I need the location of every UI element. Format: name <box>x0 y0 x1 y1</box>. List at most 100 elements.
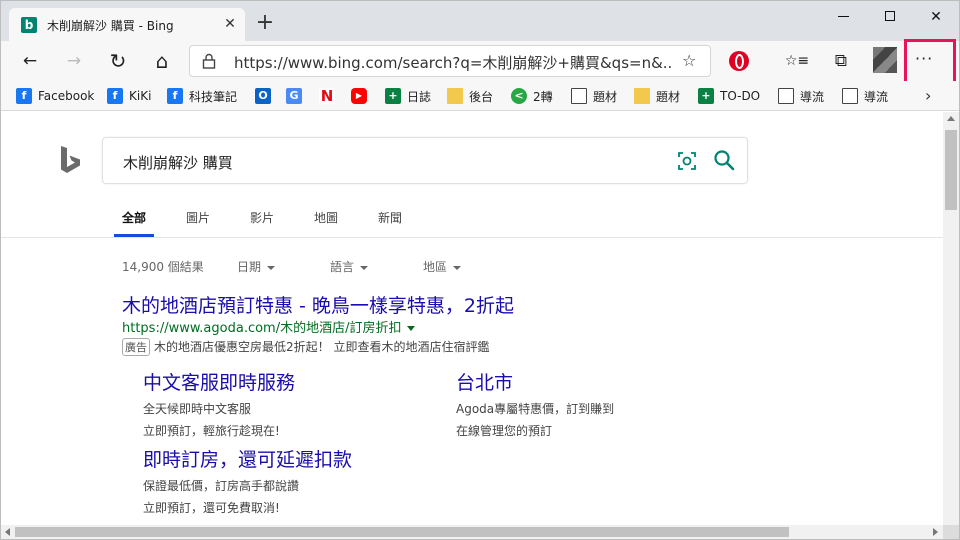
bookmark-label: 題材 <box>656 89 681 104</box>
collections-icon[interactable]: ⧉ <box>827 49 855 73</box>
bookmark-label: 2轉 <box>533 89 553 104</box>
vertical-scrollbar[interactable] <box>943 112 959 525</box>
region-filter[interactable]: 地區 <box>423 258 462 275</box>
opera-extension-icon[interactable] <box>729 51 749 71</box>
outlook-icon: O <box>255 88 271 104</box>
search-box[interactable]: 木削崩解沙 購買 <box>102 137 748 184</box>
new-tab-button[interactable]: + <box>253 12 277 36</box>
address-bar[interactable]: https://www.bing.com/search?q=木削崩解沙+購買&q… <box>189 45 711 77</box>
facebook-icon: f <box>167 88 183 104</box>
bookmarks-overflow-icon[interactable]: › <box>925 86 931 105</box>
maximize-icon <box>885 11 895 21</box>
sitelink-title[interactable]: 即時訂房，還可延遲扣款 <box>143 445 443 472</box>
result-filters: 14,900 個結果 日期 語言 地區 <box>1 258 943 276</box>
bookmark-diary[interactable]: + 日誌 <box>385 86 431 106</box>
search-icon[interactable] <box>713 149 735 171</box>
bookmark-label: 科技筆記 <box>189 89 238 104</box>
scroll-up-icon[interactable] <box>947 116 955 121</box>
document-icon <box>571 88 587 104</box>
tab-all[interactable]: 全部 <box>122 209 146 226</box>
sitelink: 台北市 Agoda專屬特惠價，訂到賺到 在線管理您的預訂 <box>456 368 756 439</box>
facebook-icon: f <box>107 88 123 104</box>
result-url[interactable]: https://www.agoda.com/木的地酒店/訂房折扣 <box>122 317 416 336</box>
netflix-icon: N <box>319 87 335 105</box>
favorites-icon[interactable]: ☆≡ <box>783 49 811 73</box>
sheets-icon: + <box>385 88 401 104</box>
folder-icon <box>634 88 650 104</box>
lock-icon <box>202 53 216 73</box>
visual-search-icon[interactable] <box>677 151 697 171</box>
bookmark-label: Facebook <box>38 89 95 103</box>
chevron-down-icon <box>267 265 276 270</box>
minimize-button[interactable] <box>821 1 867 33</box>
back-button[interactable]: ← <box>16 49 44 73</box>
bookmark-topics-doc[interactable]: 題材 <box>571 86 617 106</box>
bing-logo-icon[interactable] <box>59 145 83 177</box>
chevron-down-icon <box>360 265 369 270</box>
date-filter-label: 日期 <box>237 260 262 274</box>
tab-news[interactable]: 新聞 <box>378 209 402 226</box>
bookmark-repost[interactable]: <2轉 <box>511 86 553 106</box>
bookmarks-bar: f Facebook f KiKi f 科技筆記 O G N ▶ + 日誌 後台 <2轉 <box>1 81 959 111</box>
horizontal-scrollbar[interactable] <box>1 525 943 539</box>
result-description: 廣告 木的地酒店優惠空房最低2折起！ 立即查看木的地酒店住宿評鑑 <box>122 338 489 356</box>
tab-images[interactable]: 圖片 <box>186 209 210 226</box>
bookmark-admin[interactable]: 後台 <box>447 86 493 106</box>
sitelink-line: 立即預訂，輕旅行趁現在! <box>143 424 280 438</box>
scope-tabs: 全部 圖片 影片 地圖 新聞 <box>1 206 943 238</box>
bookmark-youtube[interactable]: ▶ <box>351 86 373 106</box>
chevron-down-icon[interactable] <box>407 326 416 331</box>
vertical-scroll-thumb[interactable] <box>945 130 957 210</box>
url-text[interactable]: https://www.bing.com/search?q=木削崩解沙+購買&q… <box>234 52 674 73</box>
bookmark-netflix[interactable]: N <box>319 86 341 106</box>
bookmark-label: 後台 <box>469 89 494 104</box>
region-filter-label: 地區 <box>423 260 448 274</box>
profile-avatar[interactable] <box>873 47 897 73</box>
bookmark-label: KiKi <box>129 89 152 103</box>
chevron-down-icon <box>453 265 462 270</box>
add-favorite-icon[interactable]: ☆ <box>682 51 696 70</box>
close-tab-icon[interactable]: ✕ <box>221 15 239 33</box>
scroll-right-icon[interactable] <box>933 528 938 536</box>
result-url-text[interactable]: https://www.agoda.com/木的地酒店/訂房折扣 <box>122 321 401 336</box>
bookmark-traffic-2[interactable]: 導流 <box>842 86 888 106</box>
bookmark-translate[interactable]: G <box>286 86 308 106</box>
scroll-left-icon[interactable] <box>5 528 10 536</box>
active-tab-indicator <box>114 234 154 237</box>
language-filter[interactable]: 語言 <box>330 258 369 275</box>
tab-bar: b 木削崩解沙 購買 - Bing ✕ + ✕ <box>1 1 959 41</box>
bookmark-facebook[interactable]: f Facebook <box>16 86 94 106</box>
forward-button[interactable]: → <box>60 49 88 73</box>
translate-icon: G <box>286 88 302 104</box>
bookmark-todo[interactable]: + TO-DO <box>698 86 760 106</box>
bookmark-topics-folder[interactable]: 題材 <box>634 86 680 106</box>
tab-bing-search[interactable]: b 木削崩解沙 購買 - Bing ✕ <box>9 8 245 41</box>
result-title-link[interactable]: 木的地酒店預訂特惠 - 晚鳥一樣享特惠，2折起 <box>122 291 514 318</box>
refresh-button[interactable]: ↻ <box>104 49 132 73</box>
sitelink-title[interactable]: 台北市 <box>456 368 756 395</box>
bookmark-label: 日誌 <box>407 89 432 104</box>
tab-videos[interactable]: 影片 <box>250 209 274 226</box>
result-snippet: 木的地酒店優惠空房最低2折起！ 立即查看木的地酒店住宿評鑑 <box>154 340 490 354</box>
bookmark-outlook[interactable]: O <box>255 86 277 106</box>
tab-maps[interactable]: 地圖 <box>314 209 338 226</box>
horizontal-scroll-thumb[interactable] <box>15 527 789 537</box>
bing-favicon-icon: b <box>21 17 37 33</box>
bookmark-traffic-1[interactable]: 導流 <box>778 86 824 106</box>
sitelink-line: 保證最低價，訂房高手都說讚 <box>143 479 300 493</box>
facebook-icon: f <box>16 88 32 104</box>
home-button[interactable]: ⌂ <box>148 49 176 73</box>
bookmark-kiki[interactable]: f KiKi <box>107 86 151 106</box>
bookmark-label: TO-DO <box>720 89 761 103</box>
sitelink-title[interactable]: 中文客服即時服務 <box>143 368 443 395</box>
minimize-icon <box>838 16 849 17</box>
sitelink: 即時訂房，還可延遲扣款 保證最低價，訂房高手都說讚 立即預訂，還可免費取消! <box>143 445 443 516</box>
maximize-button[interactable] <box>867 1 913 33</box>
more-dots-icon: ··· <box>915 49 934 68</box>
close-window-button[interactable]: ✕ <box>913 1 959 33</box>
date-filter[interactable]: 日期 <box>237 258 276 275</box>
browser-window: b 木削崩解沙 購買 - Bing ✕ + ✕ ← → ↻ ⌂ https://… <box>0 0 960 540</box>
bookmark-tech-notes[interactable]: f 科技筆記 <box>167 86 237 106</box>
sitelink: 中文客服即時服務 全天候即時中文客服 立即預訂，輕旅行趁現在! <box>143 368 443 439</box>
search-input[interactable]: 木削崩解沙 購買 <box>123 152 233 173</box>
